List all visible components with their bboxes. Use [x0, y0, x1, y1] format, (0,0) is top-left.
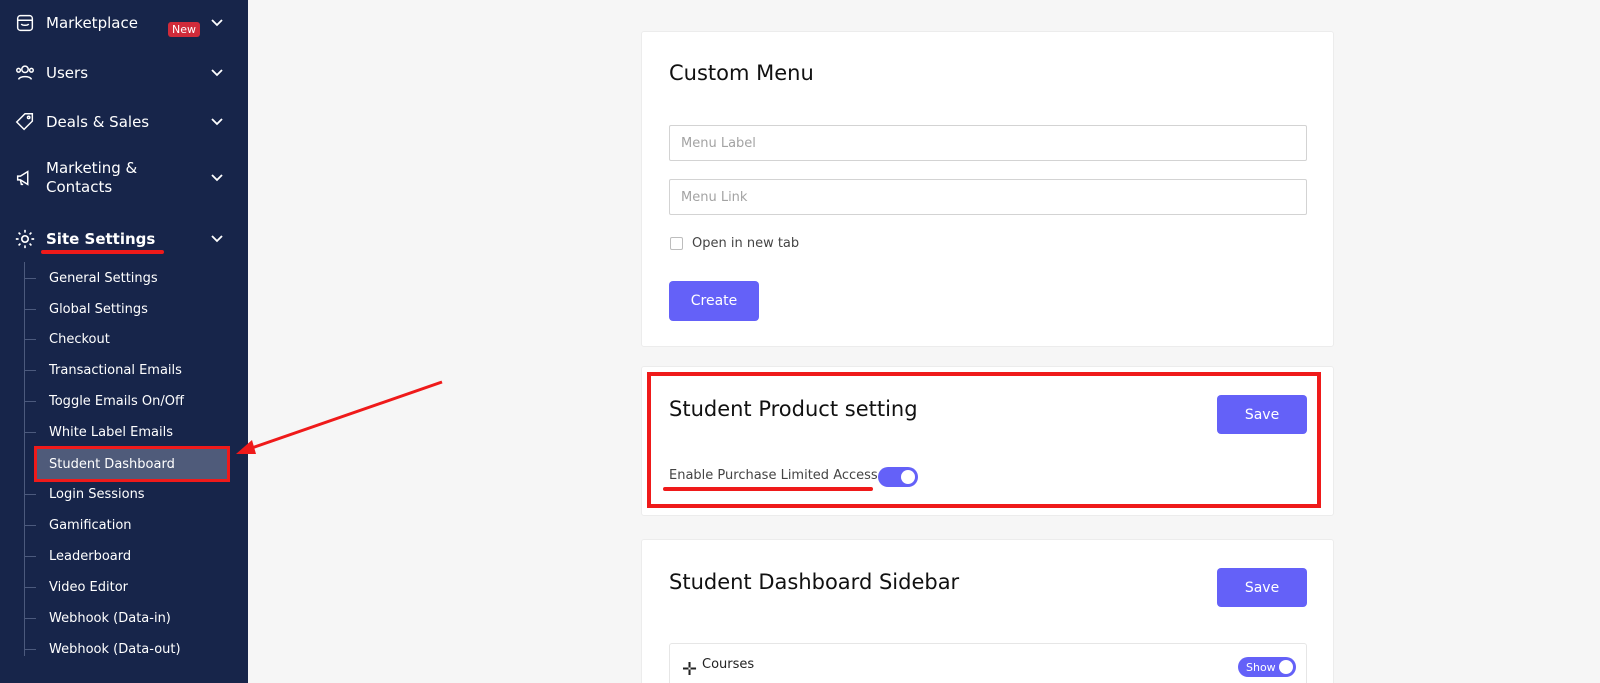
- tree-twig: [24, 617, 36, 619]
- student-dashboard-sidebar-card: Student Dashboard Sidebar Save ✛ Courses…: [641, 539, 1334, 683]
- tree-twig: [24, 308, 36, 310]
- list-item[interactable]: ✛ Courses Show: [669, 643, 1307, 683]
- tree-twig: [24, 524, 36, 526]
- store-icon: [13, 11, 37, 35]
- drag-handle-icon[interactable]: ✛: [682, 659, 697, 680]
- tree-twig: [24, 400, 36, 402]
- sidebar-subitem-label: Webhook (Data-out): [49, 641, 181, 657]
- annotation-underline: [41, 250, 164, 254]
- sidebar-item-site-settings[interactable]: Site Settings: [0, 226, 248, 252]
- sidebar-subitem-login-sessions[interactable]: Login Sessions: [24, 480, 234, 508]
- new-badge: New: [168, 22, 200, 37]
- sidebar-item-label: Marketplace: [46, 14, 138, 32]
- sidebar-subitem-label: Login Sessions: [49, 486, 145, 502]
- menu-link-input[interactable]: [669, 179, 1307, 215]
- sidebar-item-label: Marketing & Contacts: [46, 159, 137, 197]
- sidebar-item-label: Site Settings: [46, 230, 156, 248]
- sidebar-subitem-label: Webhook (Data-in): [49, 610, 171, 626]
- chevron-down-icon[interactable]: [210, 115, 224, 129]
- sidebar-subitem-student-dashboard[interactable]: Student Dashboard: [34, 446, 230, 482]
- menu-label-input[interactable]: [669, 125, 1307, 161]
- open-new-tab-label: Open in new tab: [692, 236, 800, 251]
- sidebar-subitem-checkout[interactable]: Checkout: [24, 325, 234, 353]
- save-button[interactable]: Save: [1217, 568, 1307, 607]
- tree-twig: [24, 277, 36, 279]
- sidebar-item-marketing-contacts[interactable]: Marketing & Contacts: [0, 158, 248, 198]
- student-dashboard-sidebar-title: Student Dashboard Sidebar: [669, 570, 960, 594]
- show-toggle[interactable]: Show: [1238, 657, 1296, 677]
- chevron-down-icon[interactable]: [210, 232, 224, 246]
- sidebar-item-deals-sales[interactable]: Deals & Sales: [0, 109, 248, 135]
- show-toggle-label: Show: [1246, 660, 1276, 674]
- sidebar-item-users[interactable]: Users: [0, 60, 248, 86]
- sidebar-subitem-white-label-emails[interactable]: White Label Emails: [24, 418, 234, 446]
- sidebar-subitem-label: Checkout: [49, 331, 110, 347]
- list-item-label: Courses: [702, 657, 755, 672]
- sidebar-item-label: Deals & Sales: [46, 113, 150, 131]
- sidebar-subitem-label: White Label Emails: [49, 424, 173, 440]
- sidebar-subitem-label: Gamification: [49, 517, 132, 533]
- tag-icon: [13, 110, 37, 134]
- sidebar-subitem-label: Transactional Emails: [49, 362, 182, 378]
- sidebar: Marketplace New Users Deals & Sales Mark…: [0, 0, 248, 683]
- toggle-knob: [1279, 660, 1293, 674]
- sidebar-subitem-toggle-emails[interactable]: Toggle Emails On/Off: [24, 387, 234, 415]
- sidebar-subitem-video-editor[interactable]: Video Editor: [24, 573, 234, 601]
- sidebar-item-label: Users: [46, 64, 89, 82]
- tree-twig: [24, 586, 36, 588]
- custom-menu-card: Custom Menu Open in new tab Create: [641, 31, 1334, 347]
- tree-twig: [24, 431, 36, 433]
- sidebar-subitem-label: Global Settings: [49, 301, 148, 317]
- chevron-down-icon[interactable]: [210, 66, 224, 80]
- sidebar-subitem-general-settings[interactable]: General Settings: [24, 264, 234, 292]
- sidebar-subitem-transactional-emails[interactable]: Transactional Emails: [24, 356, 234, 384]
- annotation-underline: [663, 487, 873, 491]
- sidebar-subitem-global-settings[interactable]: Global Settings: [24, 295, 234, 323]
- sidebar-subitem-webhook-data-in[interactable]: Webhook (Data-in): [24, 604, 234, 632]
- sidebar-subitem-label: General Settings: [49, 270, 158, 286]
- chevron-down-icon[interactable]: [210, 171, 224, 185]
- sidebar-subitem-label: Video Editor: [49, 579, 129, 595]
- open-new-tab-checkbox[interactable]: [670, 237, 683, 250]
- sidebar-item-label-line1: Marketing &: [46, 159, 138, 177]
- sidebar-subitem-leaderboard[interactable]: Leaderboard: [24, 542, 234, 570]
- custom-menu-title: Custom Menu: [669, 61, 814, 85]
- sidebar-subitem-label: Toggle Emails On/Off: [49, 393, 184, 409]
- create-button[interactable]: Create: [669, 281, 759, 321]
- sidebar-subitem-label: Leaderboard: [49, 548, 132, 564]
- annotation-arrow: [236, 380, 443, 454]
- sidebar-subitem-webhook-data-out[interactable]: Webhook (Data-out): [24, 635, 234, 663]
- sidebar-item-marketplace[interactable]: Marketplace New: [0, 10, 248, 37]
- sidebar-subitem-gamification[interactable]: Gamification: [24, 511, 234, 539]
- sidebar-item-label-line2: Contacts: [46, 178, 113, 196]
- chevron-down-icon[interactable]: [210, 16, 224, 30]
- gear-icon: [13, 227, 37, 251]
- sidebar-subitem-label: Student Dashboard: [49, 456, 175, 472]
- tree-twig: [24, 555, 36, 557]
- tree-twig: [24, 493, 36, 495]
- tree-twig: [24, 648, 36, 650]
- tree-twig: [24, 369, 36, 371]
- megaphone-icon: [13, 166, 37, 190]
- users-icon: [13, 61, 37, 85]
- tree-twig: [24, 338, 36, 340]
